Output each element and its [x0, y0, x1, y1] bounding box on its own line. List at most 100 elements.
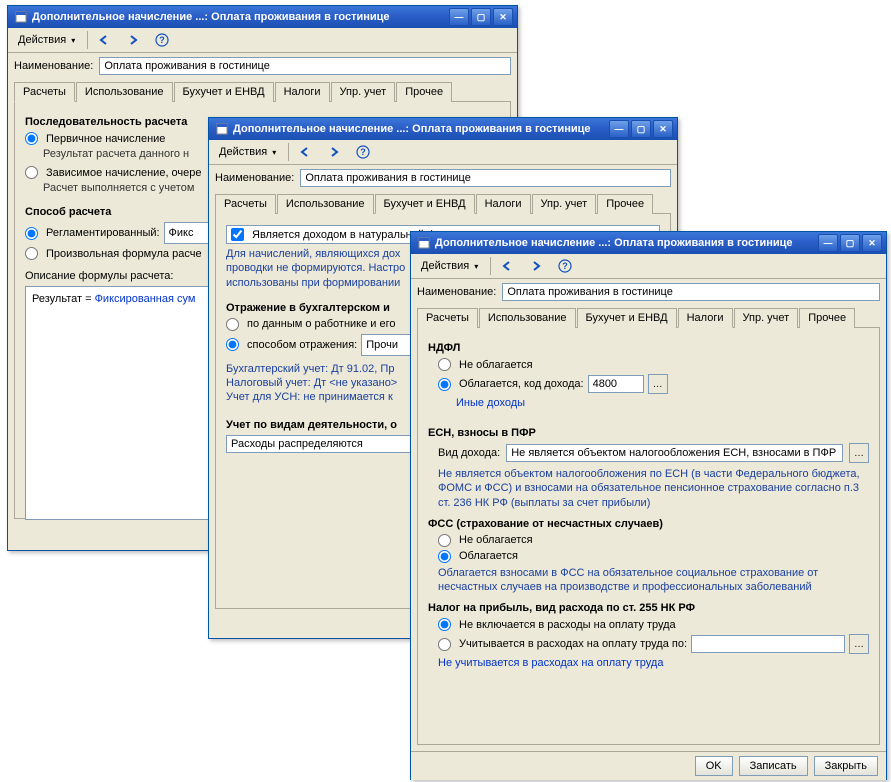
minimize-button[interactable]: —: [818, 234, 838, 252]
tab-taxes[interactable]: Налоги: [678, 308, 733, 328]
window-title: Дополнительное начисление ...: Оплата пр…: [233, 123, 607, 135]
esn-header: ЕСН, взносы в ПФР: [428, 427, 869, 439]
tab-taxes[interactable]: Налоги: [275, 82, 330, 102]
tab-mgmt[interactable]: Упр. учет: [734, 308, 799, 328]
radio-fss-yes[interactable]: [438, 550, 451, 563]
formula-link[interactable]: Фиксированная сум: [95, 293, 196, 305]
name-input[interactable]: [300, 169, 671, 187]
radio-dependent[interactable]: [25, 166, 38, 179]
tab-calc[interactable]: Расчеты: [215, 194, 276, 214]
profit-header: Налог на прибыль, вид расхода по ст. 255…: [428, 602, 869, 614]
help-button[interactable]: ?: [351, 141, 375, 163]
window-title: Дополнительное начисление ...: Оплата пр…: [435, 237, 816, 249]
esn-kind-label: Вид дохода:: [438, 447, 500, 459]
close-button[interactable]: ✕: [862, 234, 882, 252]
radio-profit-no[interactable]: [438, 618, 451, 631]
maximize-button[interactable]: ▢: [631, 120, 651, 138]
nav-back-button[interactable]: [94, 29, 118, 51]
radio-profit-no-label: Не включается в расходы на оплату труда: [459, 619, 676, 631]
ndfl-link[interactable]: Иные доходы: [456, 397, 869, 409]
fss-note: Облагается взносами в ФСС на обязательно…: [438, 566, 869, 595]
tab-strip: Расчеты Использование Бухучет и ЕНВД Нал…: [417, 307, 880, 328]
toolbar: Действия ?: [209, 140, 677, 165]
ndfl-lookup-button[interactable]: …: [648, 374, 668, 394]
tab-usage[interactable]: Использование: [76, 82, 173, 102]
close-button[interactable]: ✕: [653, 120, 673, 138]
actions-menu[interactable]: Действия: [12, 32, 81, 48]
nav-forward-button[interactable]: [122, 29, 146, 51]
toolbar: Действия ?: [8, 28, 517, 53]
ok-button[interactable]: OK: [695, 756, 733, 776]
tab-usage[interactable]: Использование: [277, 194, 374, 214]
toolbar: Действия ?: [411, 254, 886, 279]
tab-usage[interactable]: Использование: [479, 308, 576, 328]
tab-mgmt[interactable]: Упр. учет: [331, 82, 396, 102]
ndfl-header: НДФЛ: [428, 342, 869, 354]
radio-ndfl-no-label: Не облагается: [459, 359, 533, 371]
tab-other[interactable]: Прочее: [597, 194, 653, 214]
close-button[interactable]: ✕: [493, 8, 513, 26]
radio-fss-no-label: Не облагается: [459, 534, 533, 546]
radio-profit-yes[interactable]: [438, 638, 451, 651]
radio-primary-label: Первичное начисление: [46, 133, 165, 145]
tab-taxes[interactable]: Налоги: [476, 194, 531, 214]
tab-mgmt[interactable]: Упр. учет: [532, 194, 597, 214]
name-label: Наименование:: [215, 172, 294, 184]
profit-link[interactable]: Не учитывается в расходах на оплату труд…: [438, 657, 869, 669]
radio-by-method-label: способом отражения:: [247, 339, 357, 351]
esn-lookup-button[interactable]: …: [849, 443, 869, 463]
radio-custom[interactable]: [25, 247, 38, 260]
name-label: Наименование:: [417, 286, 496, 298]
esn-note: Не является объектом налогообложения по …: [438, 467, 869, 510]
titlebar: Дополнительное начисление ...: Оплата пр…: [209, 118, 677, 140]
tab-calc[interactable]: Расчеты: [417, 308, 478, 328]
maximize-button[interactable]: ▢: [471, 8, 491, 26]
tab-accounting[interactable]: Бухучет и ЕНВД: [577, 308, 677, 328]
actions-menu[interactable]: Действия: [213, 144, 282, 160]
maximize-button[interactable]: ▢: [840, 234, 860, 252]
esn-kind-input[interactable]: [506, 444, 843, 462]
save-button[interactable]: Записать: [739, 756, 808, 776]
form-icon: [14, 10, 28, 24]
nav-forward-button[interactable]: [323, 141, 347, 163]
actions-menu[interactable]: Действия: [415, 258, 484, 274]
radio-ndfl-no[interactable]: [438, 358, 451, 371]
tab-accounting[interactable]: Бухучет и ЕНВД: [174, 82, 274, 102]
tab-calc[interactable]: Расчеты: [14, 82, 75, 102]
form-icon: [215, 122, 229, 136]
radio-regulated[interactable]: [25, 227, 38, 240]
radio-primary[interactable]: [25, 132, 38, 145]
help-button[interactable]: ?: [150, 29, 174, 51]
window-taxes: Дополнительное начисление ...: Оплата пр…: [410, 231, 887, 780]
profit-lookup-button[interactable]: …: [849, 634, 869, 654]
nav-back-button[interactable]: [497, 255, 521, 277]
radio-dependent-label: Зависимое начисление, очере: [46, 167, 202, 179]
radio-ndfl-yes-label: Облагается, код дохода:: [459, 378, 584, 390]
tab-other[interactable]: Прочее: [396, 82, 452, 102]
radio-custom-label: Произвольная формула расче: [46, 248, 202, 260]
name-input[interactable]: [502, 283, 880, 301]
window-title: Дополнительное начисление ...: Оплата пр…: [32, 11, 447, 23]
nav-back-button[interactable]: [295, 141, 319, 163]
tab-accounting[interactable]: Бухучет и ЕНВД: [375, 194, 475, 214]
profit-value-input[interactable]: [691, 635, 845, 653]
radio-by-employee[interactable]: [226, 318, 239, 331]
tab-strip: Расчеты Использование Бухучет и ЕНВД Нал…: [14, 81, 511, 102]
ndfl-code-input[interactable]: [588, 375, 644, 393]
minimize-button[interactable]: —: [449, 8, 469, 26]
footer: OK Записать Закрыть: [411, 751, 886, 780]
formula-prefix: Результат =: [32, 293, 95, 305]
radio-by-employee-label: по данным о работнике и его: [247, 318, 396, 330]
tab-other[interactable]: Прочее: [799, 308, 855, 328]
radio-by-method[interactable]: [226, 338, 239, 351]
name-input[interactable]: [99, 57, 511, 75]
minimize-button[interactable]: —: [609, 120, 629, 138]
help-button[interactable]: ?: [553, 255, 577, 277]
name-label: Наименование:: [14, 60, 93, 72]
check-income-natural[interactable]: [231, 228, 244, 241]
radio-fss-no[interactable]: [438, 534, 451, 547]
titlebar: Дополнительное начисление ...: Оплата пр…: [8, 6, 517, 28]
radio-ndfl-yes[interactable]: [438, 378, 451, 391]
nav-forward-button[interactable]: [525, 255, 549, 277]
close-form-button[interactable]: Закрыть: [814, 756, 878, 776]
